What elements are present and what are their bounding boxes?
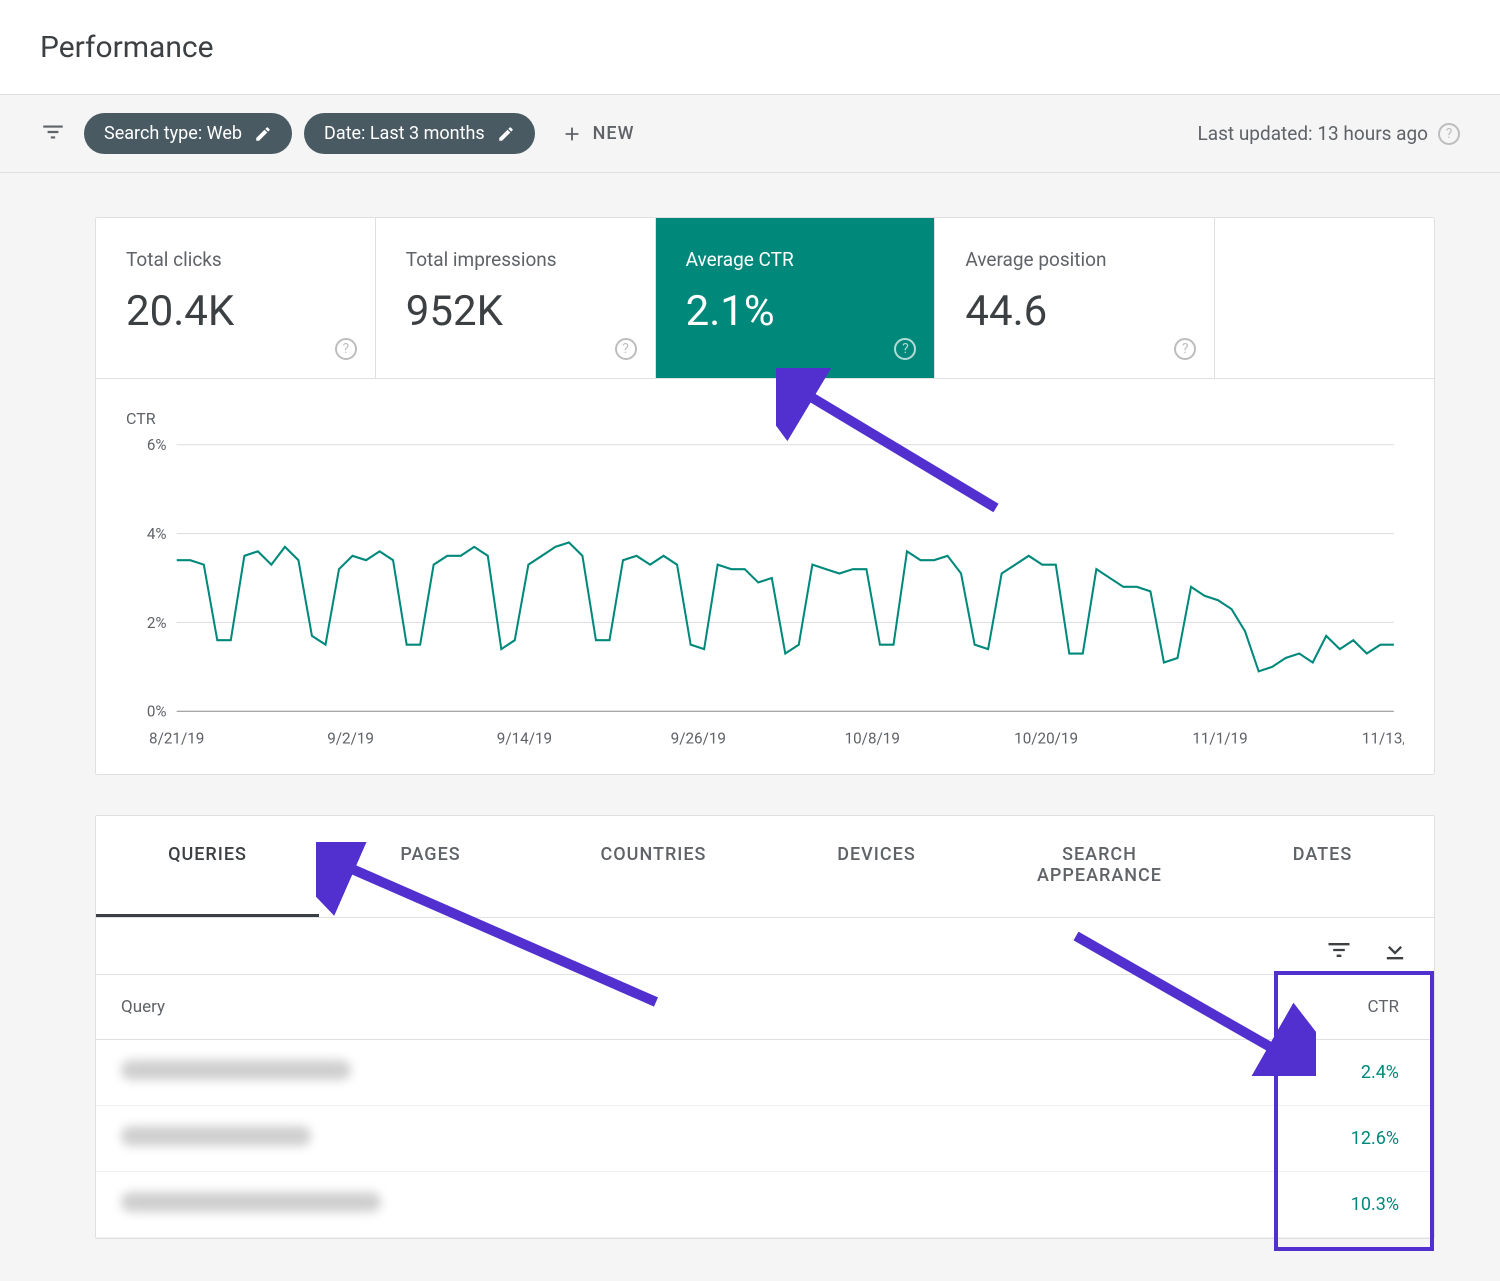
- last-updated: Last updated: 13 hours ago ?: [1198, 122, 1460, 145]
- col-ctr: CTR: [1279, 997, 1434, 1017]
- help-icon[interactable]: ?: [335, 338, 357, 360]
- filter-bar: Search type: Web Date: Last 3 months NEW…: [0, 95, 1500, 173]
- page-title: Performance: [40, 30, 214, 65]
- last-updated-text: Last updated: 13 hours ago: [1198, 122, 1428, 145]
- metric-average-ctr[interactable]: Average CTR 2.1% ?: [656, 218, 936, 378]
- metric-average-position[interactable]: Average position 44.6 ?: [935, 218, 1215, 378]
- ctr-line-chart: 0% 2% 4% 6% 8/21/19 9/2/19 9/14/19 9/26/19 10/8/…: [126, 434, 1404, 754]
- svg-text:0%: 0%: [147, 702, 167, 720]
- svg-text:11/1/19: 11/1/19: [1192, 729, 1247, 747]
- table-row[interactable]: 12.6%: [96, 1106, 1434, 1172]
- pencil-icon: [254, 125, 272, 143]
- chip-search-type[interactable]: Search type: Web: [84, 113, 292, 154]
- metric-clicks-value: 20.4K: [126, 287, 345, 336]
- svg-text:9/26/19: 9/26/19: [671, 729, 726, 747]
- main-content: Total clicks 20.4K ? Total impressions 9…: [0, 173, 1500, 1239]
- redacted-query: [121, 1192, 381, 1212]
- download-icon[interactable]: [1381, 936, 1409, 968]
- help-icon[interactable]: ?: [894, 338, 916, 360]
- chip-date-range-label: Date: Last 3 months: [324, 123, 485, 144]
- table-body: 2.4% 12.6% 10.3%: [96, 1040, 1434, 1238]
- plus-icon: [561, 123, 583, 145]
- table-toolbar: [96, 918, 1434, 975]
- help-icon[interactable]: ?: [1174, 338, 1196, 360]
- metric-position-label: Average position: [965, 248, 1184, 271]
- queries-card: QUERIES PAGES COUNTRIES DEVICES SEARCH A…: [95, 815, 1435, 1239]
- svg-text:2%: 2%: [147, 613, 167, 631]
- table-row[interactable]: 10.3%: [96, 1172, 1434, 1238]
- svg-text:10/8/19: 10/8/19: [845, 729, 900, 747]
- new-filter-label: NEW: [593, 123, 635, 144]
- metric-total-impressions[interactable]: Total impressions 952K ?: [376, 218, 656, 378]
- ctr-cell: 12.6%: [1279, 1128, 1434, 1149]
- new-filter-button[interactable]: NEW: [547, 115, 649, 153]
- ctr-cell: 10.3%: [1279, 1194, 1434, 1215]
- metric-clicks-label: Total clicks: [126, 248, 345, 271]
- filter-list-icon[interactable]: [40, 119, 66, 149]
- metrics-row: Total clicks 20.4K ? Total impressions 9…: [96, 218, 1434, 379]
- table-filter-icon[interactable]: [1325, 936, 1353, 968]
- metric-impressions-label: Total impressions: [406, 248, 625, 271]
- metric-total-clicks[interactable]: Total clicks 20.4K ?: [96, 218, 376, 378]
- tab-pages[interactable]: PAGES: [319, 816, 542, 917]
- table-row[interactable]: 2.4%: [96, 1040, 1434, 1106]
- chart-area: CTR 0% 2% 4% 6% 8/21/19 9/2/19 9/14/19 9/26/19 1…: [96, 379, 1434, 774]
- query-cell: [121, 1060, 1279, 1085]
- pencil-icon: [497, 125, 515, 143]
- svg-text:8/21/19: 8/21/19: [149, 729, 204, 747]
- redacted-query: [121, 1060, 351, 1080]
- tab-countries[interactable]: COUNTRIES: [542, 816, 765, 917]
- table-header: Query CTR: [96, 975, 1434, 1040]
- svg-text:11/13/19: 11/13/19: [1362, 729, 1404, 747]
- ctr-cell: 2.4%: [1279, 1062, 1434, 1083]
- svg-text:9/14/19: 9/14/19: [497, 729, 552, 747]
- col-query: Query: [121, 997, 1279, 1017]
- help-icon[interactable]: ?: [615, 338, 637, 360]
- chart-y-label: CTR: [126, 409, 1404, 428]
- help-icon[interactable]: ?: [1438, 123, 1460, 145]
- query-cell: [121, 1126, 1279, 1151]
- metric-ctr-label: Average CTR: [686, 248, 905, 271]
- svg-text:9/2/19: 9/2/19: [327, 729, 374, 747]
- tab-devices[interactable]: DEVICES: [765, 816, 988, 917]
- header-bar: Performance: [0, 0, 1500, 95]
- tab-queries[interactable]: QUERIES: [96, 816, 319, 917]
- svg-text:10/20/19: 10/20/19: [1014, 729, 1078, 747]
- metric-impressions-value: 952K: [406, 287, 625, 336]
- tab-dates[interactable]: DATES: [1211, 816, 1434, 917]
- chip-date-range[interactable]: Date: Last 3 months: [304, 113, 535, 154]
- performance-card: Total clicks 20.4K ? Total impressions 9…: [95, 217, 1435, 775]
- query-cell: [121, 1192, 1279, 1217]
- metric-ctr-value: 2.1%: [686, 287, 905, 336]
- chip-search-type-label: Search type: Web: [104, 123, 242, 144]
- metric-position-value: 44.6: [965, 287, 1184, 336]
- redacted-query: [121, 1126, 311, 1146]
- tab-search-appearance[interactable]: SEARCH APPEARANCE: [988, 816, 1211, 917]
- tabs-row: QUERIES PAGES COUNTRIES DEVICES SEARCH A…: [96, 816, 1434, 918]
- svg-text:4%: 4%: [147, 525, 167, 543]
- svg-text:6%: 6%: [147, 436, 167, 454]
